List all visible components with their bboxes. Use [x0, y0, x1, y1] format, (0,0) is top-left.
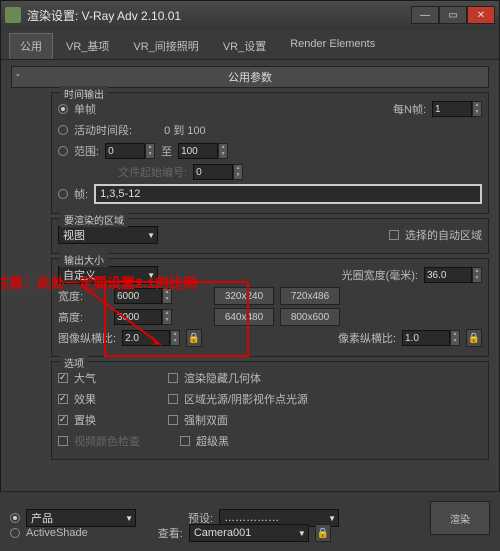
check-atmos[interactable]	[58, 373, 68, 383]
dropdown-view[interactable]: Camera001▼	[189, 524, 309, 542]
preset-640x480[interactable]: 640x480	[214, 308, 274, 326]
label-single-frame: 单帧	[74, 101, 96, 117]
tab-common[interactable]: 公用	[9, 33, 53, 59]
tab-vr-base[interactable]: VR_基项	[55, 33, 120, 59]
label-active-range: 活动时间段:	[74, 122, 132, 138]
spinner-px-aspect[interactable]: ▲▼	[402, 330, 460, 346]
label-view: 查看:	[158, 525, 183, 541]
radio-active-range[interactable]	[58, 125, 68, 135]
radio-production[interactable]	[10, 513, 20, 523]
label-activeshade: ActiveShade	[26, 527, 88, 539]
spinner-width[interactable]: ▲▼	[114, 288, 172, 304]
check-disp[interactable]	[58, 415, 68, 425]
bottom-bar: 产品▼ 预设: ……………▼ 渲染 ActiveShade 查看: Camera…	[0, 491, 500, 551]
app-icon	[5, 7, 21, 23]
dropdown-size-mode[interactable]: 自定义▼	[58, 266, 158, 284]
group-options: 选项 大气 渲染隐藏几何体 效果 区域光源/阴影视作点光源 置换 强制双面 视频…	[51, 361, 489, 460]
tab-vr-settings[interactable]: VR_设置	[212, 33, 277, 59]
check-force2[interactable]	[168, 415, 178, 425]
preset-320x240[interactable]: 320x240	[214, 287, 274, 305]
radio-single-frame[interactable]	[58, 104, 68, 114]
panel-title: 公用参数	[228, 72, 272, 84]
radio-activeshade[interactable]	[10, 528, 20, 538]
label-every-n: 每N帧:	[393, 101, 426, 117]
dropdown-area[interactable]: 视图▼	[58, 226, 158, 244]
label-width: 宽度:	[58, 288, 108, 304]
label-aperture: 光圈宽度(毫米):	[342, 267, 418, 283]
check-superblack[interactable]	[180, 436, 190, 446]
close-button[interactable]: ✕	[467, 6, 495, 24]
group-time-output: 时间输出 单帧 每N帧: ▲▼ 活动时间段: 0 到 100 范围: ▲▼ 至 …	[51, 92, 489, 214]
group-title-size: 输出大小	[60, 252, 108, 267]
tab-render-elements[interactable]: Render Elements	[279, 33, 386, 59]
check-vcolor[interactable]	[58, 436, 68, 446]
lock-view[interactable]: 🔒	[315, 524, 331, 542]
panel-header[interactable]: - 公用参数	[11, 66, 489, 88]
spinner-aperture[interactable]: ▲▼	[424, 267, 482, 283]
lock-px-aspect[interactable]: 🔒	[466, 329, 482, 347]
tab-vr-gi[interactable]: VR_间接照明	[122, 33, 209, 59]
spinner-range-from[interactable]: ▲▼	[105, 143, 155, 159]
minimize-button[interactable]: —	[411, 6, 439, 24]
label-height: 高度:	[58, 309, 108, 325]
dropdown-production[interactable]: 产品▼	[26, 509, 136, 527]
label-auto-region: 选择的自动区域	[405, 227, 482, 243]
render-button[interactable]: 渲染	[430, 501, 490, 535]
tab-bar: 公用 VR_基项 VR_间接照明 VR_设置 Render Elements	[1, 29, 499, 60]
maximize-button[interactable]: ▭	[439, 6, 467, 24]
label-file-start: 文件起始编号:	[118, 164, 187, 180]
label-range: 范围:	[74, 143, 99, 159]
group-render-area: 要渲染的区域 视图▼ 选择的自动区域	[51, 218, 489, 254]
spinner-range-to[interactable]: ▲▼	[178, 143, 228, 159]
label-active-range-value: 0 到 100	[164, 122, 206, 138]
input-frames[interactable]: 1,3,5-12	[94, 184, 482, 204]
check-area-light[interactable]	[168, 394, 178, 404]
group-title-options: 选项	[60, 355, 88, 370]
check-effects[interactable]	[58, 394, 68, 404]
panel-collapse-icon: -	[16, 69, 20, 81]
check-hidden[interactable]	[168, 373, 178, 383]
radio-frames[interactable]	[58, 189, 68, 199]
spinner-file-start: ▲▼	[193, 164, 243, 180]
label-frames: 帧:	[74, 186, 88, 202]
group-output-size: 输出大小 自定义▼ 光圈宽度(毫米): ▲▼ 宽度: ▲▼ 320x240 72…	[51, 258, 489, 357]
spinner-height[interactable]: ▲▼	[114, 309, 172, 325]
group-title-time: 时间输出	[60, 86, 108, 101]
check-auto-region[interactable]	[389, 230, 399, 240]
titlebar: 渲染设置: V-Ray Adv 2.10.01 — ▭ ✕	[1, 1, 499, 29]
label-to: 至	[161, 143, 172, 159]
group-title-area: 要渲染的区域	[60, 212, 128, 227]
preset-720x486[interactable]: 720x486	[280, 287, 340, 305]
label-px-aspect: 像素纵横比:	[338, 330, 396, 346]
lock-img-aspect[interactable]: 🔒	[186, 329, 202, 347]
spinner-img-aspect[interactable]: ▲▼	[122, 330, 180, 346]
window-title: 渲染设置: V-Ray Adv 2.10.01	[27, 7, 411, 24]
spinner-every-n[interactable]: ▲▼	[432, 101, 482, 117]
radio-range[interactable]	[58, 146, 68, 156]
preset-800x600[interactable]: 800x600	[280, 308, 340, 326]
label-img-aspect: 图像纵横比:	[58, 330, 116, 346]
